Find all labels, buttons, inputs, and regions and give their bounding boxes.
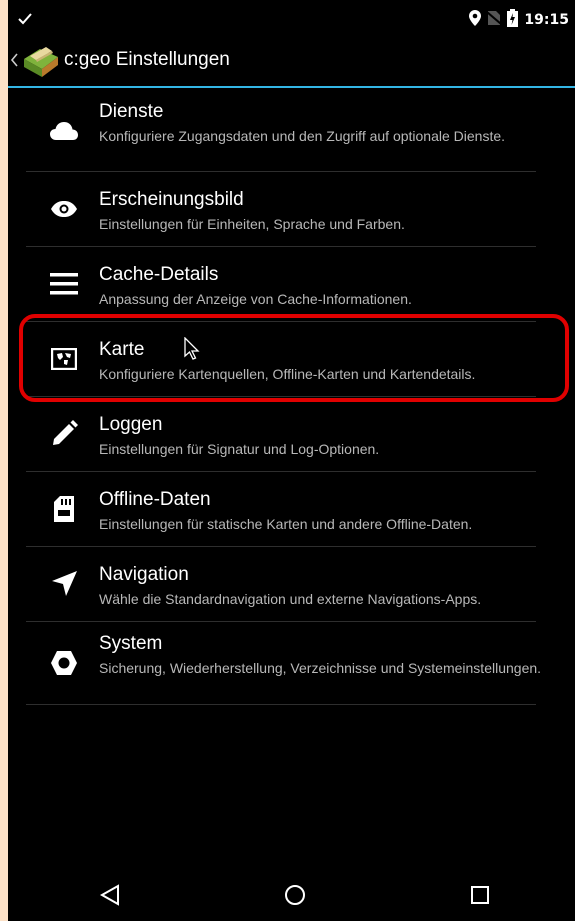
eye-icon bbox=[48, 193, 80, 225]
settings-item-erscheinungsbild[interactable]: Erscheinungsbild Einstellungen für Einhe… bbox=[26, 175, 536, 245]
list-divider bbox=[26, 471, 536, 472]
check-icon bbox=[18, 10, 32, 29]
settings-item-offline-daten[interactable]: Offline-Daten Einstellungen für statisch… bbox=[26, 475, 536, 545]
list-divider bbox=[26, 171, 536, 172]
list-divider bbox=[26, 704, 536, 705]
settings-item-summary: Einstellungen für Signatur und Log-Optio… bbox=[99, 441, 380, 457]
settings-item-summary: Konfiguriere Zugangsdaten und den Zugrif… bbox=[99, 128, 506, 144]
location-icon bbox=[469, 10, 482, 30]
page-title: c:geo Einstellungen bbox=[64, 49, 230, 70]
back-caret-icon[interactable] bbox=[10, 52, 18, 71]
settings-item-summary: Einstellungen für Einheiten, Sprache und… bbox=[99, 216, 405, 232]
settings-item-summary: Wähle die Standardnavigation und externe… bbox=[99, 591, 482, 607]
settings-item-title: Offline-Daten bbox=[99, 489, 211, 510]
phone-screen: 19:15 c:geo Einstellungen Dienste Konfig… bbox=[8, 0, 575, 921]
settings-item-system[interactable]: System Sicherung, Wiederherstellung, Ver… bbox=[26, 625, 541, 703]
list-divider bbox=[26, 621, 536, 622]
settings-item-title: Dienste bbox=[99, 101, 164, 122]
settings-item-summary: Einstellungen für statische Karten und a… bbox=[99, 516, 473, 532]
home-circle-icon[interactable] bbox=[284, 884, 306, 910]
back-triangle-icon[interactable] bbox=[99, 884, 121, 910]
settings-item-summary: Sicherung, Wiederherstellung, Verzeichni… bbox=[99, 660, 542, 676]
recents-square-icon[interactable] bbox=[469, 884, 491, 910]
list-divider bbox=[26, 546, 536, 547]
no-sim-icon bbox=[486, 10, 503, 30]
system-nav-bar bbox=[8, 870, 575, 921]
highlight-box bbox=[19, 314, 569, 402]
action-bar: c:geo Einstellungen bbox=[8, 35, 575, 85]
cloud-icon bbox=[48, 115, 80, 147]
settings-item-cache-details[interactable]: Cache-Details Anpassung der Anzeige von … bbox=[26, 250, 536, 320]
pencil-icon bbox=[48, 418, 80, 450]
settings-item-title: System bbox=[99, 633, 163, 654]
battery-charging-icon bbox=[507, 9, 519, 31]
settings-item-title: Navigation bbox=[99, 564, 189, 585]
list-icon bbox=[48, 268, 80, 300]
list-divider bbox=[26, 246, 536, 247]
status-time: 19:15 bbox=[524, 12, 569, 28]
sd-card-icon bbox=[48, 493, 80, 525]
cgeo-logo-icon[interactable] bbox=[22, 43, 60, 83]
settings-item-summary: Anpassung der Anzeige von Cache-Informat… bbox=[99, 291, 412, 307]
navigation-arrow-icon bbox=[48, 568, 80, 600]
settings-item-title: Erscheinungsbild bbox=[99, 189, 244, 210]
settings-item-title: Loggen bbox=[99, 414, 163, 435]
status-bar: 19:15 bbox=[8, 0, 575, 35]
settings-item-title: Cache-Details bbox=[99, 264, 219, 285]
hexagon-icon bbox=[48, 647, 80, 679]
settings-item-loggen[interactable]: Loggen Einstellungen für Signatur und Lo… bbox=[26, 400, 536, 470]
action-bar-divider bbox=[8, 86, 575, 88]
mouse-cursor-icon bbox=[184, 336, 202, 365]
settings-item-dienste[interactable]: Dienste Konfiguriere Zugangsdaten und de… bbox=[26, 95, 536, 170]
settings-item-navigation[interactable]: Navigation Wähle die Standardnavigation … bbox=[26, 550, 536, 620]
